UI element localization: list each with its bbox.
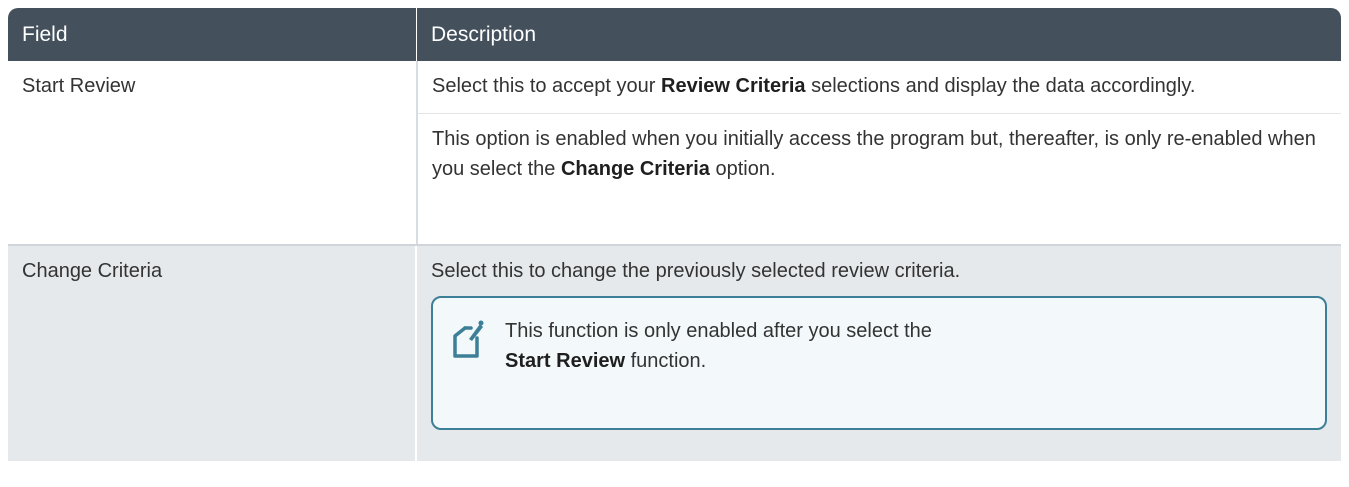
- description-paragraph: This option is enabled when you initiall…: [418, 113, 1341, 184]
- field-name: Change Criteria: [22, 260, 163, 282]
- description-cell: Select this to accept your Review Criter…: [416, 61, 1341, 244]
- note-line: This function is only enabled after you …: [505, 320, 932, 342]
- note-edit-icon: [451, 320, 485, 360]
- field-cell: Start Review: [8, 61, 416, 244]
- note-line: Start Review function.: [505, 346, 1305, 376]
- table-header: Field Description: [8, 8, 1341, 61]
- field-description-table: Field Description Start Review Select th…: [8, 8, 1341, 461]
- note-text: This function is only enabled after you …: [505, 316, 1305, 376]
- note-box: This function is only enabled after you …: [431, 296, 1327, 430]
- description-paragraph: Select this to change the previously sel…: [431, 260, 961, 282]
- bold-term: Start Review: [505, 350, 626, 372]
- field-cell: Change Criteria: [8, 246, 415, 461]
- header-field: Field: [22, 22, 68, 46]
- field-name: Start Review: [22, 75, 136, 97]
- text-span: selections and display the data accordin…: [805, 75, 1196, 97]
- description-cell: Select this to change the previously sel…: [415, 246, 1341, 461]
- text-span: Select this to accept your: [432, 75, 662, 97]
- bold-term: Change Criteria: [560, 158, 710, 180]
- description-paragraph: Select this to accept your Review Criter…: [432, 61, 1327, 101]
- text-span: function.: [625, 350, 707, 372]
- table-row: Start Review Select this to accept your …: [8, 61, 1341, 244]
- header-description: Description: [416, 8, 1341, 61]
- text-span: option.: [709, 158, 776, 180]
- table-row: Change Criteria Select this to change th…: [8, 246, 1341, 461]
- bold-term: Review Criteria: [661, 75, 806, 97]
